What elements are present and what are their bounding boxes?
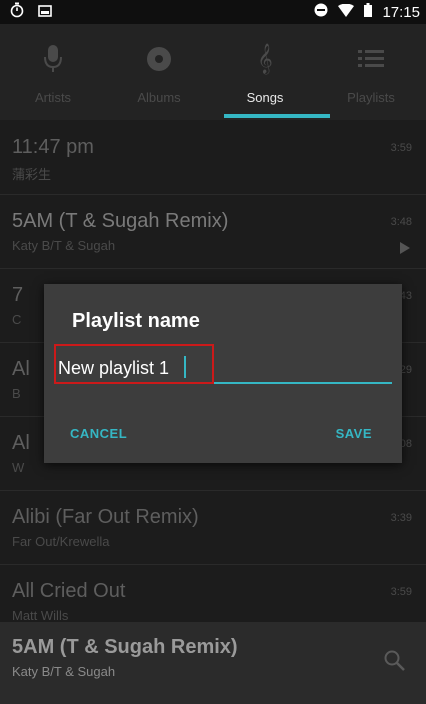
song-artist: W (12, 460, 25, 475)
now-playing-artist: Katy B/T & Sugah (12, 664, 116, 679)
playlist-name-dialog: Playlist name CANCEL SAVE (44, 284, 402, 463)
battery-icon (364, 3, 373, 21)
tab-artists[interactable]: Artists (0, 24, 106, 120)
now-playing-bar[interactable]: 5AM (T & Sugah Remix) Katy B/T & Sugah (0, 622, 426, 704)
song-duration: 3:59 (390, 142, 412, 154)
status-bar: 17:15 (0, 0, 426, 24)
cancel-button[interactable]: CANCEL (70, 426, 127, 441)
play-indicator-icon (400, 242, 410, 254)
library-tabs: Artists Albums 𝄞 Songs Playlists (0, 24, 426, 120)
song-duration: 3:39 (390, 512, 412, 524)
highlight-box (54, 344, 214, 384)
song-title: All Cried Out (12, 580, 126, 602)
song-title: Alibi (Far Out Remix) (12, 506, 199, 528)
mic-icon (0, 44, 106, 74)
song-artist: C (12, 312, 22, 327)
song-artist: Katy B/T & Sugah (12, 238, 116, 253)
tab-label: Playlists (347, 90, 395, 105)
song-title: 11:47 pm (12, 136, 94, 158)
stopwatch-icon (10, 2, 24, 22)
tab-songs[interactable]: 𝄞 Songs (212, 24, 318, 120)
clock: 17:15 (382, 3, 420, 21)
tab-label: Albums (137, 90, 181, 105)
image-notification-icon (38, 4, 52, 21)
tab-albums[interactable]: Albums (106, 24, 212, 120)
search-icon[interactable] (384, 650, 406, 677)
tab-playlists[interactable]: Playlists (318, 24, 424, 120)
song-artist: B (12, 386, 21, 401)
song-title: 7 (12, 284, 24, 306)
now-playing-title: 5AM (T & Sugah Remix) (12, 636, 238, 658)
active-tab-indicator (224, 114, 330, 118)
tab-label: Songs (246, 90, 284, 105)
song-title: 5AM (T & Sugah Remix) (12, 210, 229, 232)
song-artist: Far Out/Krewella (12, 534, 110, 549)
song-duration: 3:59 (390, 586, 412, 598)
song-title: Al (12, 432, 30, 454)
song-row[interactable]: 11:47 pm 蒲彩生 3:59 (0, 120, 426, 195)
save-button[interactable]: SAVE (336, 426, 372, 441)
do-not-disturb-icon (314, 3, 328, 21)
song-artist: Matt Wills (12, 608, 69, 623)
dialog-title: Playlist name (72, 310, 200, 332)
song-artist: 蒲彩生 (12, 167, 52, 182)
song-title: Al (12, 358, 30, 380)
playlist-icon (318, 44, 424, 74)
disc-icon (106, 44, 212, 74)
song-duration: 3:48 (390, 216, 412, 228)
song-row[interactable]: 5AM (T & Sugah Remix) Katy B/T & Sugah 3… (0, 194, 426, 269)
song-row[interactable]: Alibi (Far Out Remix) Far Out/Krewella 3… (0, 490, 426, 565)
music-note-icon: 𝄞 (257, 43, 273, 73)
wifi-icon (338, 3, 355, 21)
tab-label: Artists (34, 90, 72, 105)
